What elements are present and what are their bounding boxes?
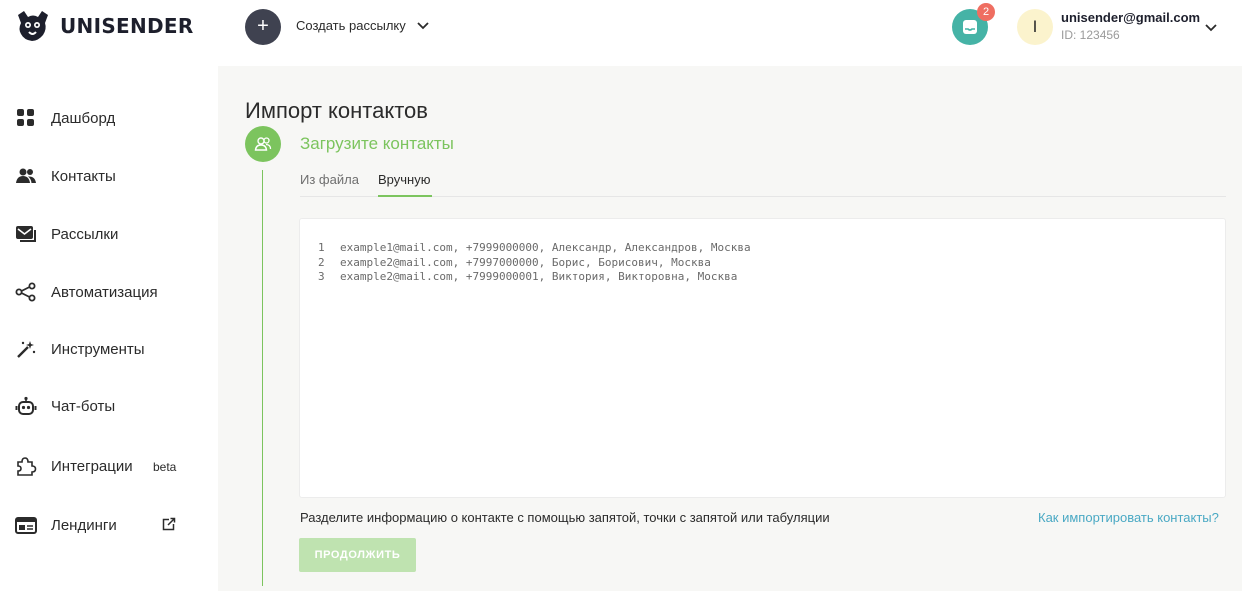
tab-from-file[interactable]: Из файла	[300, 172, 359, 196]
top-header: UNISENDER + Создать рассылку 2 I unisend…	[0, 0, 1242, 55]
sidebar-item-label: Автоматизация	[51, 284, 158, 301]
chevron-down-icon[interactable]	[1204, 20, 1218, 38]
active-tab-indicator	[378, 195, 432, 197]
unisender-mascot-icon	[14, 9, 52, 43]
step-indicator	[245, 126, 281, 162]
step-connector-line	[262, 170, 263, 586]
line-number: 3	[318, 270, 325, 283]
notification-count-badge: 2	[977, 3, 995, 21]
tab-manual[interactable]: Вручную	[378, 172, 430, 196]
sidebar-item-mailings[interactable]: Рассылки	[0, 214, 218, 254]
automation-icon	[15, 282, 37, 302]
line-number: 2	[318, 256, 325, 269]
sidebar-item-label: Контакты	[51, 168, 116, 185]
external-link-icon	[162, 517, 176, 536]
sidebar-item-contacts[interactable]: Контакты	[0, 156, 218, 196]
contacts-icon	[15, 166, 37, 186]
sidebar-item-label: Рассылки	[51, 226, 119, 243]
sidebar: Дашборд Контакты Рассылки Автоматизация …	[0, 55, 218, 591]
editor-line: 3 example2@mail.com, +7999000001, Виктори…	[318, 270, 737, 283]
editor-line: 2 example2@mail.com, +7997000000, Борис, …	[318, 256, 711, 269]
contacts-editor[interactable]: 1 example1@mail.com, +7999000000, Алексан…	[299, 218, 1226, 498]
line-text: example2@mail.com, +7999000001, Виктория…	[340, 270, 738, 283]
step-title: Загрузите контакты	[300, 134, 454, 153]
separator-hint: Разделите информацию о контакте с помощь…	[300, 510, 830, 525]
logo-text: UNISENDER	[60, 14, 194, 38]
sidebar-item-chatbots[interactable]: Чат-боты	[0, 386, 218, 426]
logo[interactable]: UNISENDER	[14, 9, 194, 43]
tabs-divider	[300, 196, 1226, 197]
landing-icon	[15, 515, 37, 535]
sidebar-item-automation[interactable]: Автоматизация	[0, 272, 218, 312]
robot-icon	[15, 396, 37, 416]
puzzle-icon	[15, 456, 37, 476]
sidebar-item-label: Дашборд	[51, 110, 116, 127]
sidebar-item-label: Инструменты	[51, 341, 145, 358]
sidebar-item-tools[interactable]: Инструменты	[0, 329, 218, 369]
sidebar-item-label: Чат-боты	[51, 398, 116, 415]
create-mailing-label[interactable]: Создать рассылку	[296, 18, 406, 33]
user-email[interactable]: unisender@gmail.com	[1061, 10, 1200, 25]
how-to-import-link[interactable]: Как импортировать контакты?	[1038, 510, 1219, 525]
editor-line: 1 example1@mail.com, +7999000000, Алексан…	[318, 241, 751, 254]
line-text: example1@mail.com, +7999000000, Александ…	[340, 241, 751, 254]
dashboard-icon	[15, 108, 37, 128]
continue-button[interactable]: ПРОДОЛЖИТЬ	[299, 538, 416, 572]
user-id: ID: 123456	[1061, 28, 1120, 42]
create-mailing-button[interactable]: +	[245, 9, 281, 45]
sidebar-item-label: Интеграции	[51, 458, 133, 475]
line-number: 1	[318, 241, 325, 254]
magic-wand-icon	[15, 339, 37, 359]
mailing-icon	[15, 224, 37, 244]
sidebar-item-integrations[interactable]: Интеграции beta	[0, 446, 218, 486]
page-title: Импорт контактов	[245, 98, 428, 123]
sidebar-item-dashboard[interactable]: Дашборд	[0, 98, 218, 138]
line-text: example2@mail.com, +7997000000, Борис, Б…	[340, 256, 711, 269]
beta-badge: beta	[153, 460, 177, 474]
sidebar-item-landings[interactable]: Лендинги	[0, 505, 218, 545]
chevron-down-icon[interactable]	[416, 18, 430, 36]
avatar[interactable]: I	[1017, 9, 1053, 45]
sidebar-item-label: Лендинги	[51, 517, 117, 534]
